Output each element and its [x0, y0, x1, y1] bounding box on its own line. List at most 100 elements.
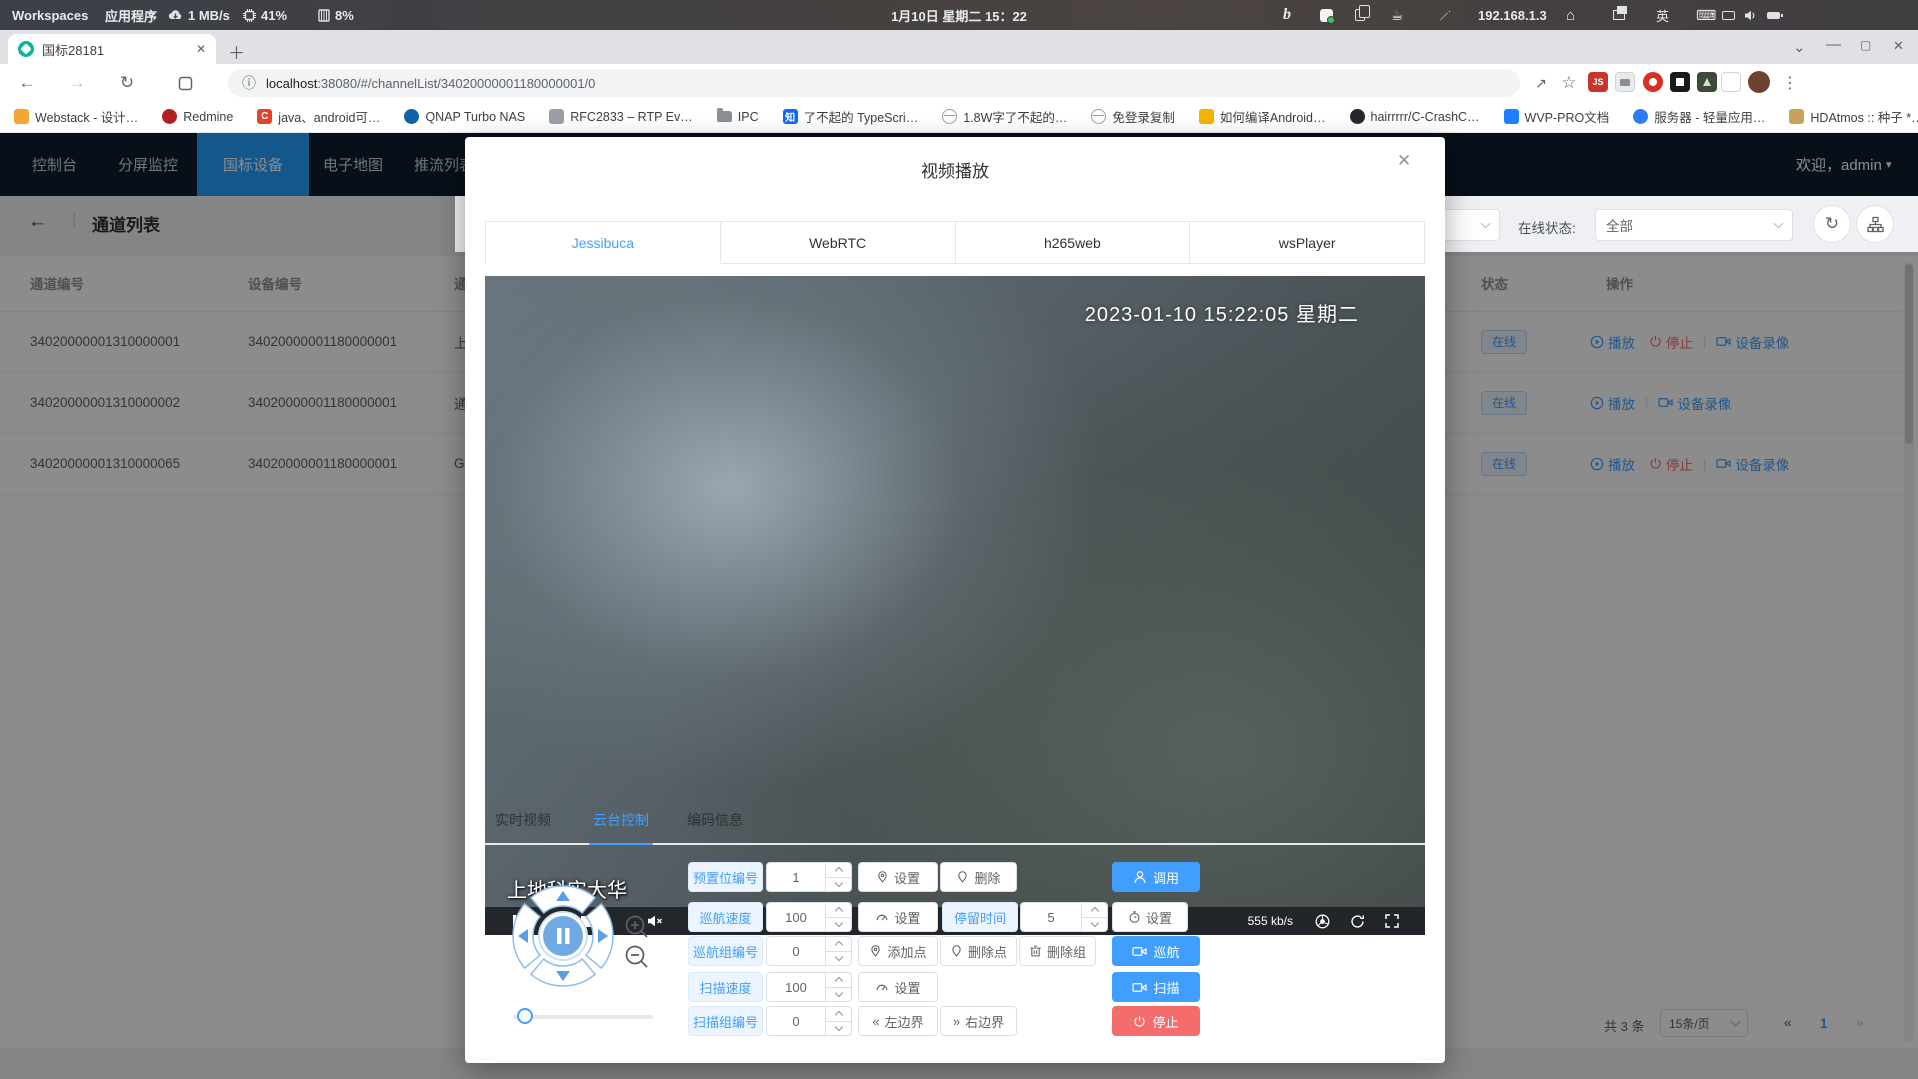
- number-stepper[interactable]: [825, 1007, 851, 1035]
- scan-group-input[interactable]: 0: [766, 1006, 852, 1036]
- step-down-icon[interactable]: [834, 879, 842, 887]
- new-tab-button[interactable]: ＋: [228, 39, 245, 64]
- step-up-icon[interactable]: [1090, 907, 1098, 915]
- tab-encode-info[interactable]: 编码信息: [687, 810, 743, 830]
- bookmark-18w[interactable]: 1.8W字了不起的…: [942, 107, 1067, 126]
- dialog-close-icon[interactable]: ✕: [1397, 151, 1411, 171]
- step-up-icon[interactable]: [834, 907, 842, 915]
- snapshot-button[interactable]: [1315, 914, 1330, 929]
- step-up-icon[interactable]: [834, 1011, 842, 1019]
- site-info-icon[interactable]: ⓘ: [242, 73, 256, 93]
- tab-ptz-control[interactable]: 云台控制: [593, 810, 649, 830]
- ptz-center-button[interactable]: [543, 916, 583, 956]
- bookmark-compile-android[interactable]: 如何编译Android…: [1199, 107, 1326, 126]
- password-extension-icon[interactable]: [1615, 72, 1635, 92]
- cruise-speed-set-button[interactable]: 设置: [858, 902, 938, 932]
- bookmark-rfc2833[interactable]: RFC2833 – RTP Ev…: [549, 109, 693, 124]
- mute-button[interactable]: [648, 915, 663, 927]
- number-stepper[interactable]: [1081, 903, 1107, 931]
- scan-right-boundary-button[interactable]: » 右边界: [940, 1006, 1017, 1036]
- share-icon[interactable]: ↗: [1528, 70, 1554, 96]
- number-stepper[interactable]: [825, 903, 851, 931]
- tab-wsplayer[interactable]: wsPlayer: [1190, 222, 1424, 264]
- cruise-delete-point-button[interactable]: 删除点: [940, 936, 1017, 966]
- notes-extension-icon[interactable]: [1721, 72, 1741, 92]
- dwell-time-set-button[interactable]: 设置: [1112, 902, 1188, 932]
- adblock-extension-icon[interactable]: [1643, 72, 1663, 92]
- reload-stream-button[interactable]: [1350, 914, 1365, 929]
- zoom-out-button[interactable]: [624, 944, 650, 970]
- refresh-button[interactable]: ↻: [1813, 205, 1851, 243]
- bookmark-copy-free[interactable]: 免登录复制: [1091, 107, 1175, 126]
- coffee-tray-icon[interactable]: ☕: [1391, 0, 1404, 30]
- pine-extension-icon[interactable]: [1697, 72, 1717, 92]
- clipboard-tray-icon[interactable]: [1355, 0, 1365, 30]
- step-down-icon[interactable]: [1090, 919, 1098, 927]
- volume-tray-icon[interactable]: [1745, 0, 1757, 30]
- step-down-icon[interactable]: [834, 953, 842, 961]
- bookmark-cloud-server[interactable]: 服务器 - 轻量应用…: [1633, 107, 1765, 126]
- number-stepper[interactable]: [825, 863, 851, 891]
- number-stepper[interactable]: [825, 973, 851, 1001]
- cruise-delete-group-button[interactable]: 删除组: [1019, 936, 1096, 966]
- js-extension-icon[interactable]: JS: [1588, 72, 1608, 92]
- bing-tray-icon[interactable]: b: [1283, 0, 1291, 30]
- bookmark-star-icon[interactable]: ☆: [1556, 70, 1582, 96]
- number-stepper[interactable]: [825, 937, 851, 965]
- scan-speed-set-button[interactable]: 设置: [858, 972, 938, 1002]
- display-tray-icon[interactable]: [1722, 0, 1735, 30]
- cruise-add-point-button[interactable]: 添加点: [858, 936, 938, 966]
- browser-menu-icon[interactable]: ⋮: [1777, 70, 1803, 96]
- fullscreen-button[interactable]: [1385, 914, 1399, 928]
- ptz-stop-button[interactable]: 停止: [1112, 1006, 1200, 1036]
- scan-speed-input[interactable]: 100: [766, 972, 852, 1002]
- tab-jessibuca[interactable]: Jessibuca: [486, 222, 721, 264]
- tab-webrtc[interactable]: WebRTC: [721, 222, 956, 264]
- scan-left-boundary-button[interactable]: « 左边界: [858, 1006, 938, 1036]
- tree-view-button[interactable]: [1856, 205, 1894, 243]
- bookmark-typescript[interactable]: 知了不起的 TypeScri…: [783, 107, 919, 126]
- url-field[interactable]: ⓘ localhost:38080/#/channelList/34020000…: [228, 69, 1520, 97]
- ptz-direction-pad[interactable]: [508, 881, 618, 991]
- back-button[interactable]: ←: [14, 70, 40, 96]
- side-panel-icon[interactable]: [172, 70, 198, 96]
- tool-tray-icon[interactable]: [1438, 0, 1451, 30]
- bookmark-github-crash[interactable]: hairrrrr/C-CrashC…: [1350, 109, 1480, 124]
- tab-search-icon[interactable]: ⌄: [1793, 38, 1806, 56]
- cruise-group-input[interactable]: 0: [766, 936, 852, 966]
- bookmark-wvp-docs[interactable]: WVP-PRO文档: [1504, 107, 1610, 126]
- window-close-button[interactable]: ✕: [1893, 38, 1904, 54]
- tab-h265web[interactable]: h265web: [956, 222, 1191, 264]
- profile-avatar[interactable]: [1748, 71, 1770, 93]
- bookmark-qnap[interactable]: QNAP Turbo NAS: [404, 109, 525, 124]
- clock-indicator[interactable]: 1月10日 星期二 15：22: [0, 0, 1918, 30]
- online-status-select[interactable]: 全部: [1595, 209, 1793, 241]
- preset-set-button[interactable]: 设置: [858, 862, 938, 892]
- window-minimize-button[interactable]: —: [1826, 36, 1841, 53]
- home-tray-icon[interactable]: ⌂: [1566, 0, 1575, 30]
- keyboard-tray-icon[interactable]: ⌨: [1696, 0, 1716, 30]
- scan-start-button[interactable]: 扫描: [1112, 972, 1200, 1002]
- cruise-speed-input[interactable]: 100: [766, 902, 852, 932]
- bookmark-redmine[interactable]: Redmine: [162, 109, 233, 124]
- bookmark-webstack[interactable]: Webstack - 设计…: [14, 107, 138, 126]
- video-canvas[interactable]: 2023-01-10 15:22:05 星期二 上地科实大华 555 kb/s: [485, 276, 1425, 935]
- step-up-icon[interactable]: [834, 867, 842, 875]
- browser-tab[interactable]: 国标28181 ✕: [8, 34, 216, 64]
- bookmark-ipc-folder[interactable]: IPC: [717, 110, 759, 124]
- dwell-time-input[interactable]: 5: [1020, 902, 1108, 932]
- tab-live-video[interactable]: 实时视频: [495, 810, 551, 830]
- reload-button[interactable]: ↻: [114, 70, 140, 96]
- battery-tray-icon[interactable]: [1767, 0, 1780, 30]
- app-tray-icon[interactable]: [1320, 0, 1333, 30]
- bookmark-java-android[interactable]: Cjava、android可…: [257, 107, 380, 126]
- forward-button[interactable]: →: [64, 70, 90, 96]
- step-down-icon[interactable]: [834, 989, 842, 997]
- window-switcher-tray-icon[interactable]: [1613, 0, 1625, 30]
- tab-close-icon[interactable]: ✕: [196, 42, 206, 56]
- input-language-indicator[interactable]: 英: [1656, 0, 1669, 30]
- slider-handle[interactable]: [517, 1008, 533, 1024]
- step-up-icon[interactable]: [834, 941, 842, 949]
- step-down-icon[interactable]: [834, 1023, 842, 1031]
- cruise-start-button[interactable]: 巡航: [1112, 936, 1200, 966]
